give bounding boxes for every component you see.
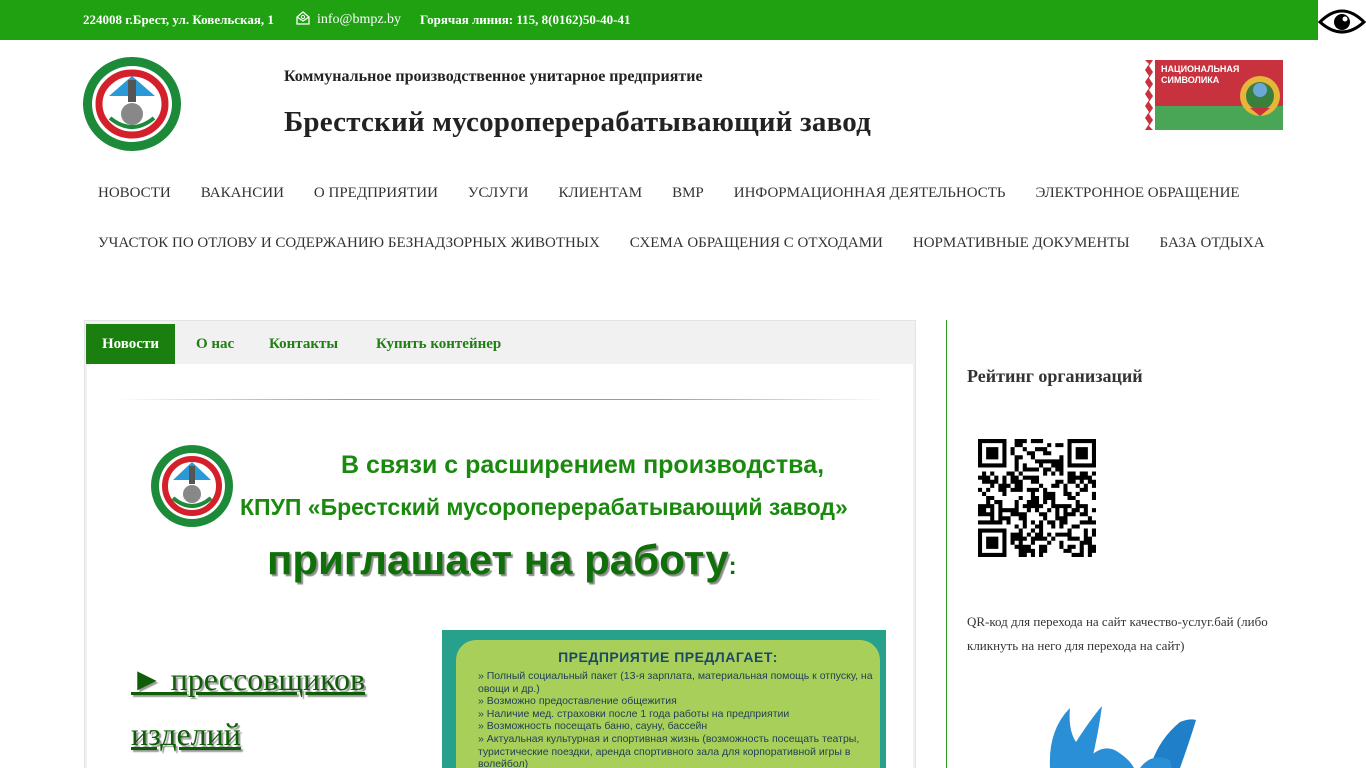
offer-item: » Наличие мед. страховки после 1 года ра…: [478, 707, 790, 720]
offer-item: » Полный социальный пакет (13-я зарплата…: [478, 670, 873, 695]
email-link[interactable]: info@bmpz.by: [317, 12, 401, 28]
nav-item-animal-control[interactable]: УЧАСТОК ПО ОТЛОВУ И СОДЕРЖАНИЮ БЕЗНАДЗОР…: [83, 235, 615, 252]
job-item-pressers: ► прессовщиков: [131, 661, 366, 697]
nav-item-regulatory-docs[interactable]: НОРМАТИВНЫЕ ДОКУМЕНТЫ: [898, 235, 1145, 252]
nav-item-news[interactable]: НОВОСТИ: [83, 185, 186, 202]
top-bar: 224008 г.Брест, ул. Ковельская, 1 info@b…: [0, 0, 1318, 40]
offer-item: » Возможно предоставление общежития: [478, 695, 677, 708]
company-logo[interactable]: [82, 56, 182, 152]
offer-title: ПРЕДПРИЯТИЕ ПРЕДЛАГАЕТ:: [558, 649, 778, 665]
announcement-headline: приглашает на работу:: [267, 536, 737, 584]
content-panel: Новости О нас Контакты Купить контейнер …: [84, 320, 916, 768]
offer-card-inner: ПРЕДПРИЯТИЕ ПРЕДЛАГАЕТ: » Полный социаль…: [456, 640, 880, 768]
tab-buy-container[interactable]: Купить контейнер: [360, 324, 517, 364]
divider: [115, 399, 887, 400]
announcement-logo: [151, 445, 233, 527]
nav-item-vmr[interactable]: ВМР: [657, 185, 719, 202]
content-tabs: Новости О нас Контакты Купить контейнер: [85, 321, 915, 364]
accessibility-eye-button[interactable]: [1317, 0, 1366, 40]
announcement-headline-text: приглашает на работу: [267, 536, 729, 583]
offer-item: » Актуальная культурная и спортивная жиз…: [478, 732, 860, 768]
nav-item-clients[interactable]: КЛИЕНТАМ: [543, 185, 657, 202]
company-subtitle: Коммунальное производственное унитарное …: [284, 68, 703, 85]
nav-item-about[interactable]: О ПРЕДПРИЯТИИ: [299, 185, 453, 202]
national-symbols-banner[interactable]: НАЦИОНАЛЬНАЯ СИМВОЛИКА: [1143, 60, 1283, 130]
nav-item-recreation-base[interactable]: БАЗА ОТДЫХА: [1145, 235, 1280, 252]
nav-item-services[interactable]: УСЛУГИ: [453, 185, 544, 202]
sidebar-divider: [946, 320, 947, 768]
news-content: В связи с расширением производства, КПУП…: [87, 364, 913, 768]
mail-icon: [296, 11, 310, 25]
offer-list: » Полный социальный пакет (13-я зарплата…: [478, 670, 873, 768]
offer-item: » Возможность посещать баню, сауну, басс…: [478, 720, 708, 733]
nav-row-2: УЧАСТОК ПО ОТЛОВУ И СОДЕРЖАНИЮ БЕЗНАДЗОР…: [83, 235, 1280, 252]
company-title: Брестский мусороперерабатывающий завод: [284, 106, 871, 138]
announcement-line-2: КПУП «Брестский мусороперерабатывающий з…: [240, 494, 848, 520]
announcement-headline-colon: :: [728, 553, 737, 580]
announcement-line-1: В связи с расширением производства,: [341, 451, 825, 479]
qr-code[interactable]: [978, 439, 1096, 557]
nav-item-info-activity[interactable]: ИНФОРМАЦИОННАЯ ДЕЯТЕЛЬНОСТЬ: [719, 185, 1021, 202]
tab-news[interactable]: Новости: [86, 324, 175, 364]
job-item-products: изделий: [131, 716, 241, 752]
nav-item-vacancies[interactable]: ВАКАНСИИ: [186, 185, 299, 202]
tab-about[interactable]: О нас: [180, 324, 250, 364]
bird-emblem-icon: [1049, 706, 1196, 768]
hotline-text: Горячая линия: 115, 8(0162)50-40-41: [420, 12, 631, 27]
nav-row-1: НОВОСТИ ВАКАНСИИ О ПРЕДПРИЯТИИ УСЛУГИ КЛИЕНТ…: [83, 185, 1255, 202]
eye-icon: [1317, 9, 1366, 34]
nav-item-waste-scheme[interactable]: СХЕМА ОБРАЩЕНИЯ С ОТХОДАМИ: [615, 235, 898, 252]
qr-caption: QR-код для перехода на сайт качество-усл…: [967, 614, 1268, 653]
address-text: 224008 г.Брест, ул. Ковельская, 1: [83, 12, 274, 27]
tab-contacts[interactable]: Контакты: [253, 324, 354, 364]
svg-text:СИМВОЛИКА: СИМВОЛИКА: [1161, 75, 1220, 85]
offer-card: ПРЕДПРИЯТИЕ ПРЕДЛАГАЕТ: » Полный социаль…: [442, 630, 886, 768]
sidebar-title: Рейтинг организаций: [967, 366, 1143, 386]
svg-text:НАЦИОНАЛЬНАЯ: НАЦИОНАЛЬНАЯ: [1161, 64, 1239, 74]
nav-item-e-appeal[interactable]: ЭЛЕКТРОННОЕ ОБРАЩЕНИЕ: [1021, 185, 1255, 202]
